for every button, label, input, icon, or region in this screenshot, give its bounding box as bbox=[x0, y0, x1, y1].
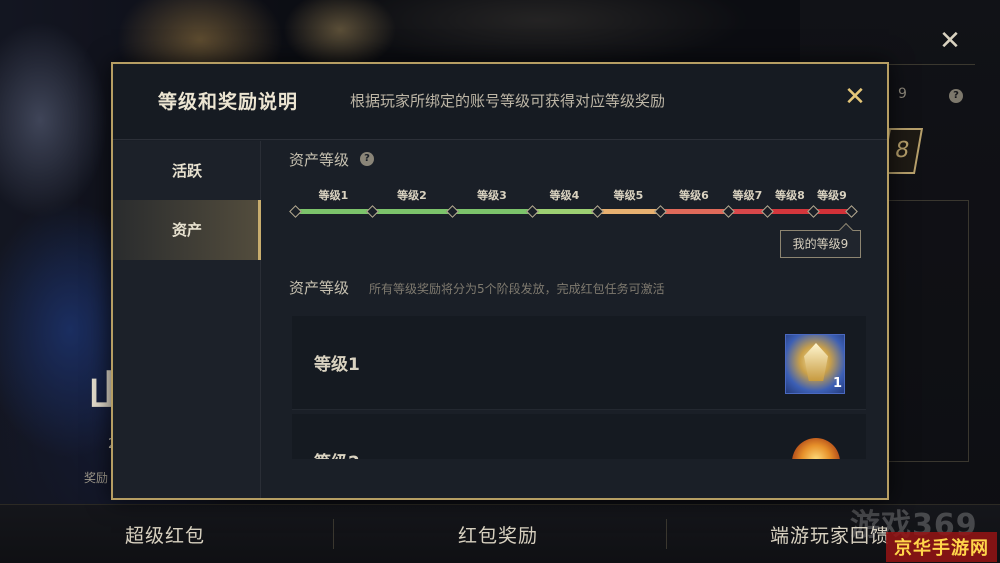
level-label: 等级1 bbox=[318, 189, 349, 202]
modal-sidebar: 活跃 资产 bbox=[113, 141, 261, 498]
track-node bbox=[591, 205, 604, 218]
track-segment bbox=[597, 209, 660, 214]
track-node bbox=[845, 205, 858, 218]
my-level-tag: 我的等级9 bbox=[780, 230, 861, 258]
track-node bbox=[654, 205, 667, 218]
track-node bbox=[289, 205, 302, 218]
track-segment bbox=[660, 209, 728, 214]
level-label: 等级9 bbox=[817, 189, 847, 202]
emblem-icon bbox=[804, 343, 828, 381]
watermark-site-name: 京华手游网 bbox=[886, 532, 997, 562]
modal-subtitle: 根据玩家所绑定的账号等级可获得对应等级奖励 bbox=[350, 92, 666, 110]
help-icon[interactable]: ? bbox=[360, 152, 374, 166]
background-left-caption: 奖励 bbox=[84, 471, 109, 485]
background-help-icon[interactable]: ? bbox=[949, 89, 963, 103]
modal-title: 等级和奖励说明 bbox=[158, 91, 299, 113]
content-scroll-area[interactable]: 资产等级 ? 等级1 等级2 等级3 等级4 等级5 等级6 等级7 等级8 等级9 我的等级9… bbox=[262, 141, 887, 459]
track-segment bbox=[295, 209, 372, 214]
background-close-icon[interactable]: ✕ bbox=[938, 28, 962, 54]
track-node bbox=[526, 205, 539, 218]
rewards-section-description: 所有等级奖励将分为5个阶段发放，完成红包任务可激活 bbox=[369, 282, 665, 296]
track-node bbox=[446, 205, 459, 218]
bottom-tab-super-redpacket[interactable]: 超级红包 bbox=[125, 521, 205, 548]
bottom-tab-divider bbox=[666, 519, 667, 549]
bottom-tab-divider bbox=[333, 519, 334, 549]
track-segment bbox=[767, 209, 813, 214]
sidebar-item-assets[interactable]: 资产 bbox=[113, 200, 261, 260]
level-label: 等级2 bbox=[397, 189, 427, 202]
reward-emblem-icon[interactable]: 1 bbox=[785, 334, 845, 394]
reward-level-name: 等级1 bbox=[314, 355, 360, 375]
level-label: 等级8 bbox=[775, 189, 805, 202]
level-label: 等级3 bbox=[477, 189, 507, 202]
reward-count: 1 bbox=[832, 376, 842, 391]
bottom-tab-redpacket-rewards[interactable]: 红包奖励 bbox=[458, 521, 538, 548]
modal-content: 资产等级 ? 等级1 等级2 等级3 等级4 等级5 等级6 等级7 等级8 等级9 我的等级9… bbox=[262, 141, 887, 498]
asset-level-title: 资产等级 bbox=[289, 151, 350, 169]
track-node bbox=[807, 205, 820, 218]
level-label: 等级4 bbox=[549, 189, 580, 202]
reward-level-name: 等级2 bbox=[314, 448, 360, 459]
modal-header: 等级和奖励说明 根据玩家所绑定的账号等级可获得对应等级奖励 ✕ bbox=[113, 64, 887, 140]
level-label: 等级7 bbox=[732, 189, 763, 202]
track-segment bbox=[452, 209, 532, 214]
level-label: 等级6 bbox=[679, 189, 709, 202]
close-icon[interactable]: ✕ bbox=[842, 83, 868, 111]
track-node bbox=[761, 205, 774, 218]
background-count-text: 9 bbox=[898, 86, 907, 102]
level-rewards-modal: 等级和奖励说明 根据玩家所绑定的账号等级可获得对应等级奖励 ✕ 活跃 资产 资产… bbox=[111, 62, 889, 500]
track-segment bbox=[532, 209, 597, 214]
reward-orb-icon[interactable] bbox=[792, 438, 840, 459]
sidebar-item-activity[interactable]: 活跃 bbox=[113, 141, 261, 201]
track-segment bbox=[372, 209, 452, 214]
level-label: 等级5 bbox=[613, 189, 644, 202]
background-frame bbox=[887, 200, 969, 462]
rewards-section-title: 资产等级 bbox=[289, 279, 350, 297]
reward-row: 等级2 bbox=[292, 414, 866, 459]
track-node bbox=[366, 205, 379, 218]
track-node bbox=[722, 205, 735, 218]
reward-row: 等级1 1 bbox=[292, 316, 866, 410]
